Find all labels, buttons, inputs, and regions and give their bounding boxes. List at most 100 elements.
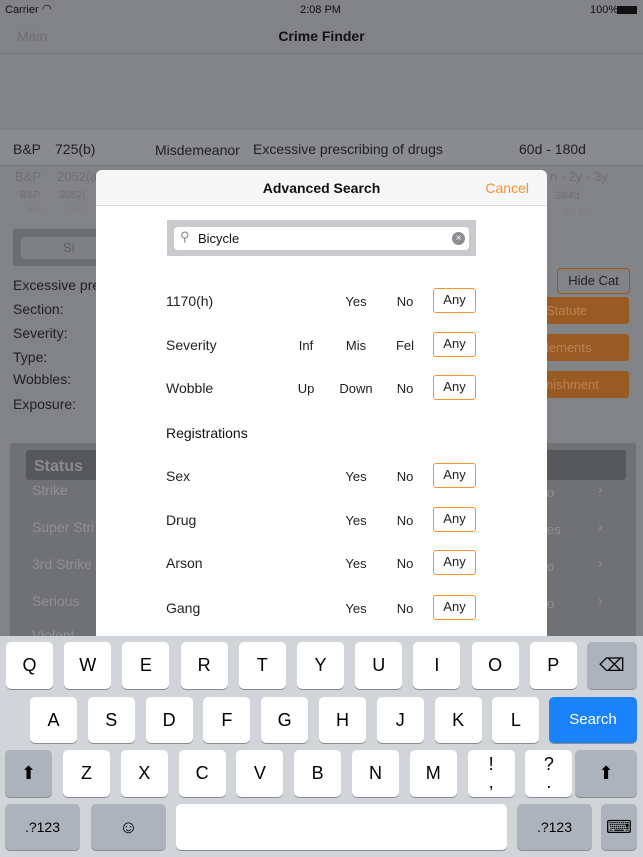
key-l[interactable]: L	[492, 697, 540, 743]
key-a[interactable]: A	[30, 697, 77, 743]
option-inf[interactable]: Inf	[299, 338, 313, 353]
key-v[interactable]: V	[236, 750, 284, 797]
key-x[interactable]: X	[120, 750, 168, 797]
chevron-right-icon: ›	[598, 518, 603, 534]
option-no[interactable]: No	[397, 381, 414, 396]
space-key[interactable]	[176, 804, 507, 850]
option-no[interactable]: No	[397, 513, 414, 528]
elements-button[interactable]: lements	[540, 334, 629, 361]
key-s[interactable]: S	[87, 697, 135, 743]
key-i[interactable]: I	[413, 642, 461, 689]
option-any-selected[interactable]: Any	[433, 550, 476, 575]
key-p[interactable]: P	[529, 642, 577, 689]
key-t[interactable]: T	[238, 642, 286, 689]
filter-label: Drug	[166, 512, 197, 528]
carrier: Carrier	[5, 4, 39, 16]
status-value: o	[547, 485, 555, 500]
option-any-selected[interactable]: Any	[433, 288, 476, 313]
option-any-selected[interactable]: Any	[433, 507, 476, 532]
backspace-icon: ⌫	[599, 655, 625, 675]
key-f[interactable]: F	[203, 697, 251, 743]
option-any-selected[interactable]: Any	[433, 375, 476, 400]
search-key[interactable]: Search	[549, 697, 637, 743]
backspace-key[interactable]: ⌫	[587, 642, 637, 689]
search-icon: ⚲	[180, 229, 190, 244]
key-g[interactable]: G	[261, 697, 309, 743]
battery-icon	[617, 6, 637, 14]
code: B&P	[28, 207, 43, 214]
key-c[interactable]: C	[178, 750, 226, 797]
section: 725(b)	[55, 141, 96, 157]
key-question-period[interactable]: ? .	[525, 750, 573, 797]
option-no[interactable]: No	[397, 601, 414, 616]
status-item[interactable]: Serious	[32, 593, 79, 609]
key-e[interactable]: E	[122, 642, 170, 689]
option-any-selected[interactable]: Any	[433, 332, 476, 357]
hide-cat-button[interactable]: Hide Cat	[557, 268, 630, 294]
option-yes[interactable]: Yes	[345, 294, 366, 309]
option-yes[interactable]: Yes	[345, 556, 366, 571]
cancel-button[interactable]: Cancel	[485, 170, 529, 206]
section-header: Registrations	[166, 425, 248, 441]
key-r[interactable]: R	[180, 642, 228, 689]
numbers-key-right[interactable]: .?123	[517, 804, 592, 850]
key-n[interactable]: N	[352, 750, 399, 797]
field-label: Exposure:	[13, 396, 77, 412]
modal-title: Advanced Search	[262, 180, 381, 196]
option-up[interactable]: Up	[298, 381, 315, 396]
shift-key[interactable]: ⬆	[5, 750, 52, 797]
simple-search-bar[interactable]: Si	[13, 229, 111, 266]
numbers-key[interactable]: .?123	[5, 804, 80, 850]
option-yes[interactable]: Yes	[345, 601, 366, 616]
key-y[interactable]: Y	[297, 642, 344, 689]
option-mis[interactable]: Mis	[346, 338, 366, 353]
key-k[interactable]: K	[434, 697, 482, 743]
table-row[interactable]: B&P 725(b) Misdemeanor Excessive prescri…	[0, 130, 643, 166]
clear-icon[interactable]: ×	[452, 232, 465, 245]
option-any-selected[interactable]: Any	[433, 463, 476, 488]
key-z[interactable]: Z	[63, 750, 110, 797]
key-d[interactable]: D	[145, 697, 193, 743]
option-no[interactable]: No	[397, 294, 414, 309]
status-item[interactable]: 3rd Strike	[32, 556, 92, 572]
search-value: Bicycle	[198, 231, 240, 246]
option-no[interactable]: No	[397, 469, 414, 484]
status-item[interactable]: Strike	[32, 482, 68, 498]
option-yes[interactable]: Yes	[345, 469, 366, 484]
filter-row-sex: Sex Yes No Any	[166, 463, 476, 489]
section: 2052(	[60, 190, 86, 201]
search-input[interactable]: ⚲ Bicycle ×	[174, 227, 469, 250]
option-no[interactable]: No	[397, 556, 414, 571]
key-exclaim-comma[interactable]: ! ,	[467, 750, 515, 797]
status-item[interactable]: Super Stri	[32, 519, 94, 535]
option-down[interactable]: Down	[339, 381, 372, 396]
detail-title: Excessive pre	[13, 277, 101, 293]
field-label: Severity:	[13, 325, 68, 341]
option-yes[interactable]: Yes	[345, 513, 366, 528]
key-q[interactable]: Q	[6, 642, 53, 689]
shift-key-right[interactable]: ⬆	[575, 750, 637, 797]
description: Excessive prescribing of drugs	[253, 141, 443, 157]
key-m[interactable]: M	[409, 750, 457, 797]
key-u[interactable]: U	[355, 642, 403, 689]
time: 2:08 PM	[300, 4, 341, 16]
key-b[interactable]: B	[294, 750, 342, 797]
section: 2052(	[66, 207, 84, 214]
nav-bar: Main Crime Finder	[0, 20, 643, 54]
key-j[interactable]: J	[376, 697, 424, 743]
option-any-selected[interactable]: Any	[433, 595, 476, 620]
dismiss-keyboard-key[interactable]: ⌨	[601, 804, 637, 850]
code: B&P	[13, 141, 42, 157]
statute-button[interactable]: Statute	[540, 297, 629, 324]
filter-row-1170h: 1170(h) Yes No Any	[166, 288, 476, 314]
option-fel[interactable]: Fel	[396, 338, 414, 353]
wifi-icon: ◠	[42, 3, 52, 15]
key-h[interactable]: H	[319, 697, 366, 743]
emoji-key[interactable]: ☺	[91, 804, 166, 850]
key-w[interactable]: W	[64, 642, 112, 689]
key-o[interactable]: O	[471, 642, 519, 689]
punishment-button[interactable]: nishment	[540, 371, 629, 398]
battery-level: 100%	[590, 4, 619, 16]
punishment: 60d - 180d	[519, 141, 586, 157]
chevron-right-icon: ›	[598, 592, 603, 608]
